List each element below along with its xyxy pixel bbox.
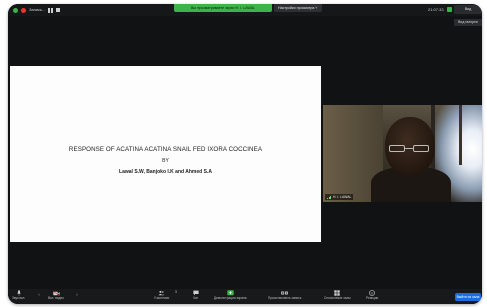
pause-record-button[interactable]: Приостановить запись xyxy=(268,290,301,301)
leave-room-button[interactable]: Выйти из зала xyxy=(455,293,481,301)
chevron-up-icon[interactable]: ˄ xyxy=(38,293,40,297)
view-button[interactable]: Вид xyxy=(454,5,482,14)
participant-video[interactable]: Н. I. LAWAL xyxy=(323,105,482,202)
start-video-label: Вкл. видео xyxy=(48,296,65,300)
chat-label: Чат xyxy=(192,296,199,300)
meeting-time: 21:07:33 xyxy=(428,7,444,12)
zoom-window: Запись... Вы просматриваете экран Н. I. … xyxy=(8,4,482,304)
encryption-icon xyxy=(447,7,452,12)
shared-screen-slide: RESPONSE OF ACATINA ACATINA SNAIL FED IX… xyxy=(10,66,321,242)
chat-button[interactable]: Чат xyxy=(192,290,199,301)
pause-recording-icon[interactable] xyxy=(48,7,54,13)
chevron-up-icon[interactable]: ˄ xyxy=(76,293,78,297)
participant-name-tag: Н. I. LAWAL xyxy=(325,194,354,200)
reactions-label: Реакции xyxy=(366,296,379,300)
gallery-view-label[interactable]: Вид галереи xyxy=(454,19,482,26)
participants-button[interactable]: Участники xyxy=(154,290,169,301)
slide-title: RESPONSE OF ACATINA ACATINA SNAIL FED IX… xyxy=(68,146,263,153)
participant-name: Н. I. LAWAL xyxy=(333,195,352,199)
security-icon[interactable] xyxy=(13,7,18,13)
participants-count: 3 xyxy=(175,290,177,294)
record-icon xyxy=(21,7,26,13)
slide-by: BY xyxy=(162,158,169,164)
breakout-rooms-label: Сессионные залы xyxy=(324,296,351,300)
window-frame xyxy=(459,105,462,165)
slide-authors: Lawal S.W, Banjoko I.K and Ahmed S.A xyxy=(119,169,212,175)
reactions-button[interactable]: Реакции xyxy=(366,290,378,301)
stop-recording-icon[interactable] xyxy=(56,8,61,12)
signal-icon xyxy=(327,195,331,199)
screen-share-banner: Вы просматриваете экран Н. I. LAWAL xyxy=(174,4,272,12)
recording-indicator: Запись... xyxy=(13,7,61,13)
view-options-button[interactable]: Настройки просмотра ˅ xyxy=(274,4,322,12)
recording-label: Запись... xyxy=(29,7,46,12)
mute-button[interactable]: Звук вкл. xyxy=(12,290,25,301)
meeting-toolbar: Звук вкл. ˄ Вкл. видео ˄ Участники 3 Чат xyxy=(8,289,482,304)
mute-label: Звук вкл. xyxy=(12,296,26,300)
participants-label: Участники xyxy=(154,296,170,300)
top-bar: Запись... Вы просматриваете экран Н. I. … xyxy=(8,4,482,16)
share-screen-button[interactable]: Демонстрация экрана xyxy=(214,290,247,301)
pause-record-label: Приостановить запись xyxy=(268,296,302,300)
breakout-rooms-button[interactable]: Сессионные залы xyxy=(324,290,351,301)
participant-glasses xyxy=(389,145,431,152)
start-video-button[interactable]: Вкл. видео xyxy=(48,290,64,301)
share-screen-label: Демонстрация экрана xyxy=(214,296,247,300)
